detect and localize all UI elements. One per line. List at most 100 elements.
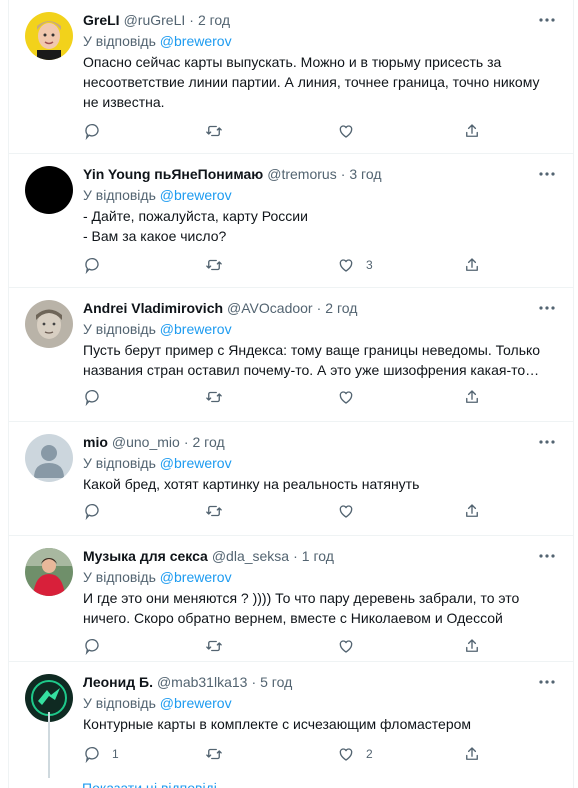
share-button[interactable]: [463, 636, 481, 656]
retweet-icon: [206, 640, 222, 652]
avatar[interactable]: [25, 300, 73, 348]
separator-dot: ·: [293, 548, 298, 564]
reply-icon: [85, 638, 99, 655]
author-handle[interactable]: @ruGreLI: [124, 10, 186, 30]
action-bar: [83, 387, 513, 407]
retweet-button[interactable]: [205, 744, 234, 764]
timestamp[interactable]: 2 год: [198, 10, 230, 30]
author-name[interactable]: Yin Young пьЯнеПонимаю: [83, 164, 263, 184]
reply-prefix: У відповідь: [83, 455, 156, 471]
action-bar: [83, 501, 513, 521]
tweet-text: - Дайте, пожалуйста, карту России - Вам …: [83, 206, 557, 246]
author-handle[interactable]: @uno_mio: [112, 432, 180, 452]
avatar[interactable]: [25, 548, 73, 596]
like-button[interactable]: [337, 121, 366, 141]
more-options-icon[interactable]: [537, 674, 557, 690]
separator-dot: ·: [189, 12, 194, 28]
timestamp[interactable]: 2 год: [192, 432, 224, 452]
share-button[interactable]: [463, 501, 481, 521]
share-icon: [466, 124, 478, 137]
share-button[interactable]: [463, 744, 481, 764]
like-icon: [339, 748, 353, 761]
replying-to: У відповідь @brewerov: [83, 31, 557, 51]
more-options-icon[interactable]: [537, 434, 557, 450]
action-bar: [83, 636, 513, 656]
retweet-button[interactable]: [205, 501, 234, 521]
tweet-text-line: - Вам за какое число?: [83, 228, 227, 244]
replying-to: У відповідь @brewerov: [83, 693, 557, 713]
reply-tweet[interactable]: GreLI @ruGreLI · 2 год У відповідь @brew…: [9, 0, 573, 154]
timestamp[interactable]: 2 год: [325, 298, 357, 318]
reply-tweet[interactable]: Леонид Б. @mab31lka13 · 5 год У відповід…: [9, 662, 573, 788]
like-icon: [339, 505, 353, 518]
reply-prefix: У відповідь: [83, 187, 156, 203]
mention-link[interactable]: @brewerov: [160, 569, 232, 585]
more-options-icon[interactable]: [537, 548, 557, 564]
like-icon: [339, 640, 353, 653]
author-handle[interactable]: @tremorus: [267, 164, 336, 184]
tweet-text-line: Контурные карты в комплекте с исчезающим…: [83, 716, 472, 732]
reply-button[interactable]: 1: [83, 744, 119, 764]
reply-tweet[interactable]: mio @uno_mio · 2 год У відповідь @brewer…: [9, 422, 573, 536]
like-count: 3: [366, 258, 373, 272]
action-bar: 3: [83, 255, 513, 275]
tweet-text-line: И где это они меняются ? )))) То что пар…: [83, 590, 520, 606]
mention-link[interactable]: @brewerov: [160, 695, 232, 711]
reply-button[interactable]: [83, 636, 112, 656]
reply-tweet[interactable]: Andrei Vladimirovich @AVOcadoor · 2 год …: [9, 288, 573, 422]
show-more-replies-link[interactable]: Показати ці відповіді: [82, 778, 217, 788]
retweet-button[interactable]: [205, 387, 234, 407]
more-options-icon[interactable]: [537, 166, 557, 182]
avatar[interactable]: [25, 166, 73, 214]
reply-button[interactable]: [83, 501, 112, 521]
like-icon: [339, 391, 353, 404]
share-button[interactable]: [463, 255, 481, 275]
retweet-button[interactable]: [205, 636, 234, 656]
separator-dot: ·: [316, 300, 322, 316]
author-handle[interactable]: @mab31lka13: [157, 672, 248, 692]
mention-link[interactable]: @brewerov: [160, 321, 232, 337]
author-name[interactable]: mio: [83, 432, 108, 452]
mention-link[interactable]: @brewerov: [160, 187, 232, 203]
like-button[interactable]: 2: [337, 744, 373, 764]
tweet-text: Опасно сейчас карты выпускать. Можно и в…: [83, 52, 557, 112]
tweet-text: Какой бред, хотят картинку на реальность…: [83, 474, 557, 494]
replying-to: У відповідь @brewerov: [83, 185, 557, 205]
retweet-button[interactable]: [205, 121, 234, 141]
retweet-button[interactable]: [205, 255, 234, 275]
like-button[interactable]: 3: [337, 255, 373, 275]
reply-button[interactable]: [83, 387, 112, 407]
timestamp[interactable]: 1 год: [302, 546, 334, 566]
avatar[interactable]: [25, 12, 73, 60]
retweet-icon: [206, 125, 222, 137]
tweet-text-line: Опасно сейчас карты выпускать. Можно и в…: [83, 54, 502, 70]
author-handle[interactable]: @AVOcadoor: [227, 298, 313, 318]
reply-button[interactable]: [83, 121, 112, 141]
tweet-text: Контурные карты в комплекте с исчезающим…: [83, 714, 557, 734]
tweet-text-line: Пусть берут пример с Яндекса: тому ваще …: [83, 342, 541, 358]
share-icon: [466, 258, 478, 271]
mention-link[interactable]: @brewerov: [160, 33, 232, 49]
share-button[interactable]: [463, 387, 481, 407]
reply-prefix: У відповідь: [83, 33, 156, 49]
author-name[interactable]: Леонид Б.: [83, 672, 153, 692]
reply-tweet[interactable]: Yin Young пьЯнеПонимаю @tremorus · 3 год…: [9, 154, 573, 288]
author-handle[interactable]: @dla_seksa: [212, 546, 289, 566]
timestamp[interactable]: 5 год: [260, 672, 292, 692]
author-name[interactable]: Музыка для секса: [83, 546, 208, 566]
author-name[interactable]: GreLI: [83, 10, 120, 30]
mention-link[interactable]: @brewerov: [160, 455, 232, 471]
reply-tweet[interactable]: Музыка для секса @dla_seksa · 1 год У ві…: [9, 536, 573, 662]
reply-button[interactable]: [83, 255, 112, 275]
timestamp[interactable]: 3 год: [349, 164, 381, 184]
share-button[interactable]: [463, 121, 481, 141]
like-button[interactable]: [337, 387, 366, 407]
tweet-text: И где это они меняются ? )))) То что пар…: [83, 588, 557, 628]
action-bar: 1 2: [83, 744, 513, 764]
author-name[interactable]: Andrei Vladimirovich: [83, 298, 223, 318]
like-button[interactable]: [337, 636, 366, 656]
more-options-icon[interactable]: [537, 12, 557, 28]
like-button[interactable]: [337, 501, 366, 521]
avatar[interactable]: [25, 434, 73, 482]
more-options-icon[interactable]: [537, 300, 557, 316]
